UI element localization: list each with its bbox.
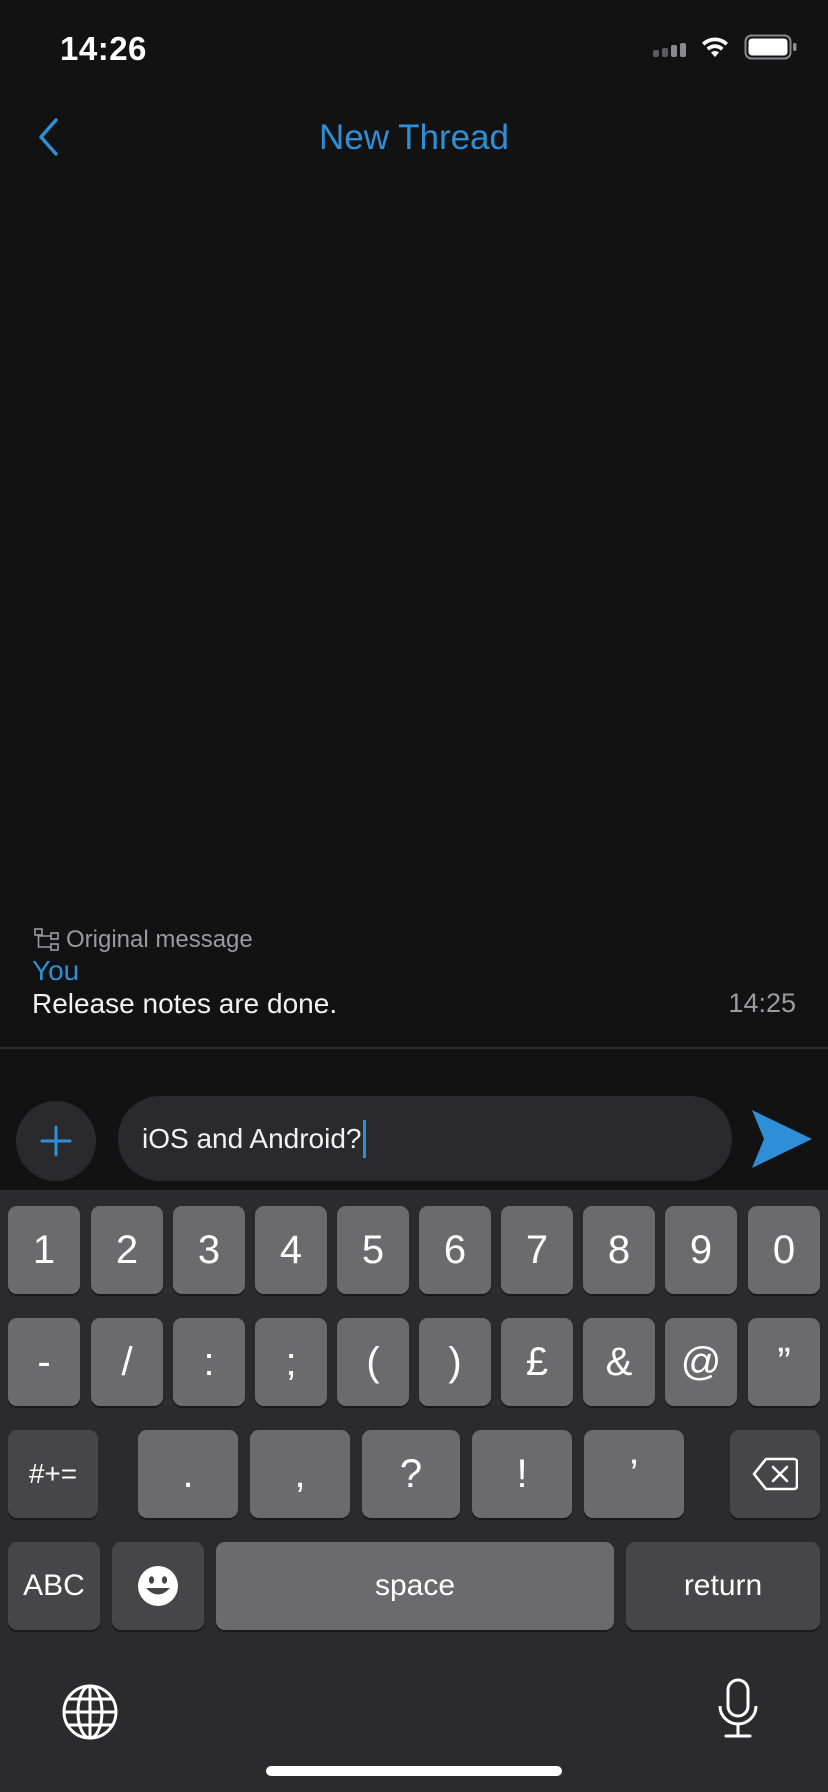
key-quote[interactable]: ” xyxy=(748,1318,820,1406)
divider xyxy=(0,1047,828,1049)
key-open-paren[interactable]: ( xyxy=(337,1318,409,1406)
status-time: 14:26 xyxy=(60,30,147,67)
key-at[interactable]: @ xyxy=(665,1318,737,1406)
backspace-key[interactable] xyxy=(730,1430,820,1518)
key-close-paren[interactable]: ) xyxy=(419,1318,491,1406)
key-5[interactable]: 5 xyxy=(337,1206,409,1294)
key-semicolon[interactable]: ; xyxy=(255,1318,327,1406)
cellular-signal-icon xyxy=(653,37,686,57)
key-1[interactable]: 1 xyxy=(8,1206,80,1294)
status-icons xyxy=(653,34,798,60)
key-pound[interactable]: £ xyxy=(501,1318,573,1406)
key-comma[interactable]: , xyxy=(250,1430,350,1518)
space-key[interactable]: space xyxy=(216,1542,614,1630)
key-exclamation[interactable]: ! xyxy=(472,1430,572,1518)
thread-icon xyxy=(34,928,59,951)
battery-icon xyxy=(744,34,797,60)
key-slash[interactable]: / xyxy=(91,1318,163,1406)
key-8[interactable]: 8 xyxy=(583,1206,655,1294)
text-caret xyxy=(362,1119,366,1158)
key-question[interactable]: ? xyxy=(362,1430,460,1518)
message-input[interactable]: iOS and Android? xyxy=(118,1096,732,1181)
keyboard: 1 2 3 4 5 6 7 8 9 0 - / : ; ( ) £ & @ ” … xyxy=(0,1190,828,1792)
send-icon xyxy=(752,1110,812,1168)
key-colon[interactable]: : xyxy=(173,1318,245,1406)
microphone-icon xyxy=(718,1678,758,1738)
original-message-label-text: Original message xyxy=(66,926,253,953)
original-message-time: 14:25 xyxy=(728,988,796,1018)
add-attachment-button[interactable] xyxy=(16,1101,96,1181)
screen: 14:26 New Thread Original message You Re… xyxy=(0,0,828,1792)
key-3[interactable]: 3 xyxy=(173,1206,245,1294)
microphone-button[interactable] xyxy=(716,1678,760,1745)
original-message-sender: You xyxy=(32,955,80,986)
original-message-text: Release notes are done. xyxy=(32,988,338,1019)
backspace-icon xyxy=(752,1457,798,1491)
key-2[interactable]: 2 xyxy=(91,1206,163,1294)
key-4[interactable]: 4 xyxy=(255,1206,327,1294)
key-6[interactable]: 6 xyxy=(419,1206,491,1294)
home-indicator[interactable] xyxy=(266,1766,562,1776)
key-7[interactable]: 7 xyxy=(501,1206,573,1294)
globe-icon xyxy=(62,1684,118,1740)
message-input-value: iOS and Android? xyxy=(142,1122,362,1154)
send-button[interactable] xyxy=(750,1108,814,1170)
globe-button[interactable] xyxy=(62,1684,118,1745)
key-apostrophe[interactable]: ’ xyxy=(584,1430,684,1518)
key-period[interactable]: . xyxy=(138,1430,238,1518)
symbols-toggle-key[interactable]: #+= xyxy=(8,1430,98,1518)
key-9[interactable]: 9 xyxy=(665,1206,737,1294)
key-0[interactable]: 0 xyxy=(748,1206,820,1294)
page-title: New Thread xyxy=(318,118,509,157)
key-hyphen[interactable]: - xyxy=(8,1318,80,1406)
wifi-icon xyxy=(702,37,728,57)
return-key[interactable]: return xyxy=(626,1542,820,1630)
original-message-label: Original message xyxy=(34,926,253,954)
emoji-key[interactable] xyxy=(112,1542,204,1630)
plus-icon xyxy=(40,1125,72,1157)
key-ampersand[interactable]: & xyxy=(583,1318,655,1406)
abc-key[interactable]: ABC xyxy=(8,1542,100,1630)
emoji-icon xyxy=(138,1566,178,1606)
